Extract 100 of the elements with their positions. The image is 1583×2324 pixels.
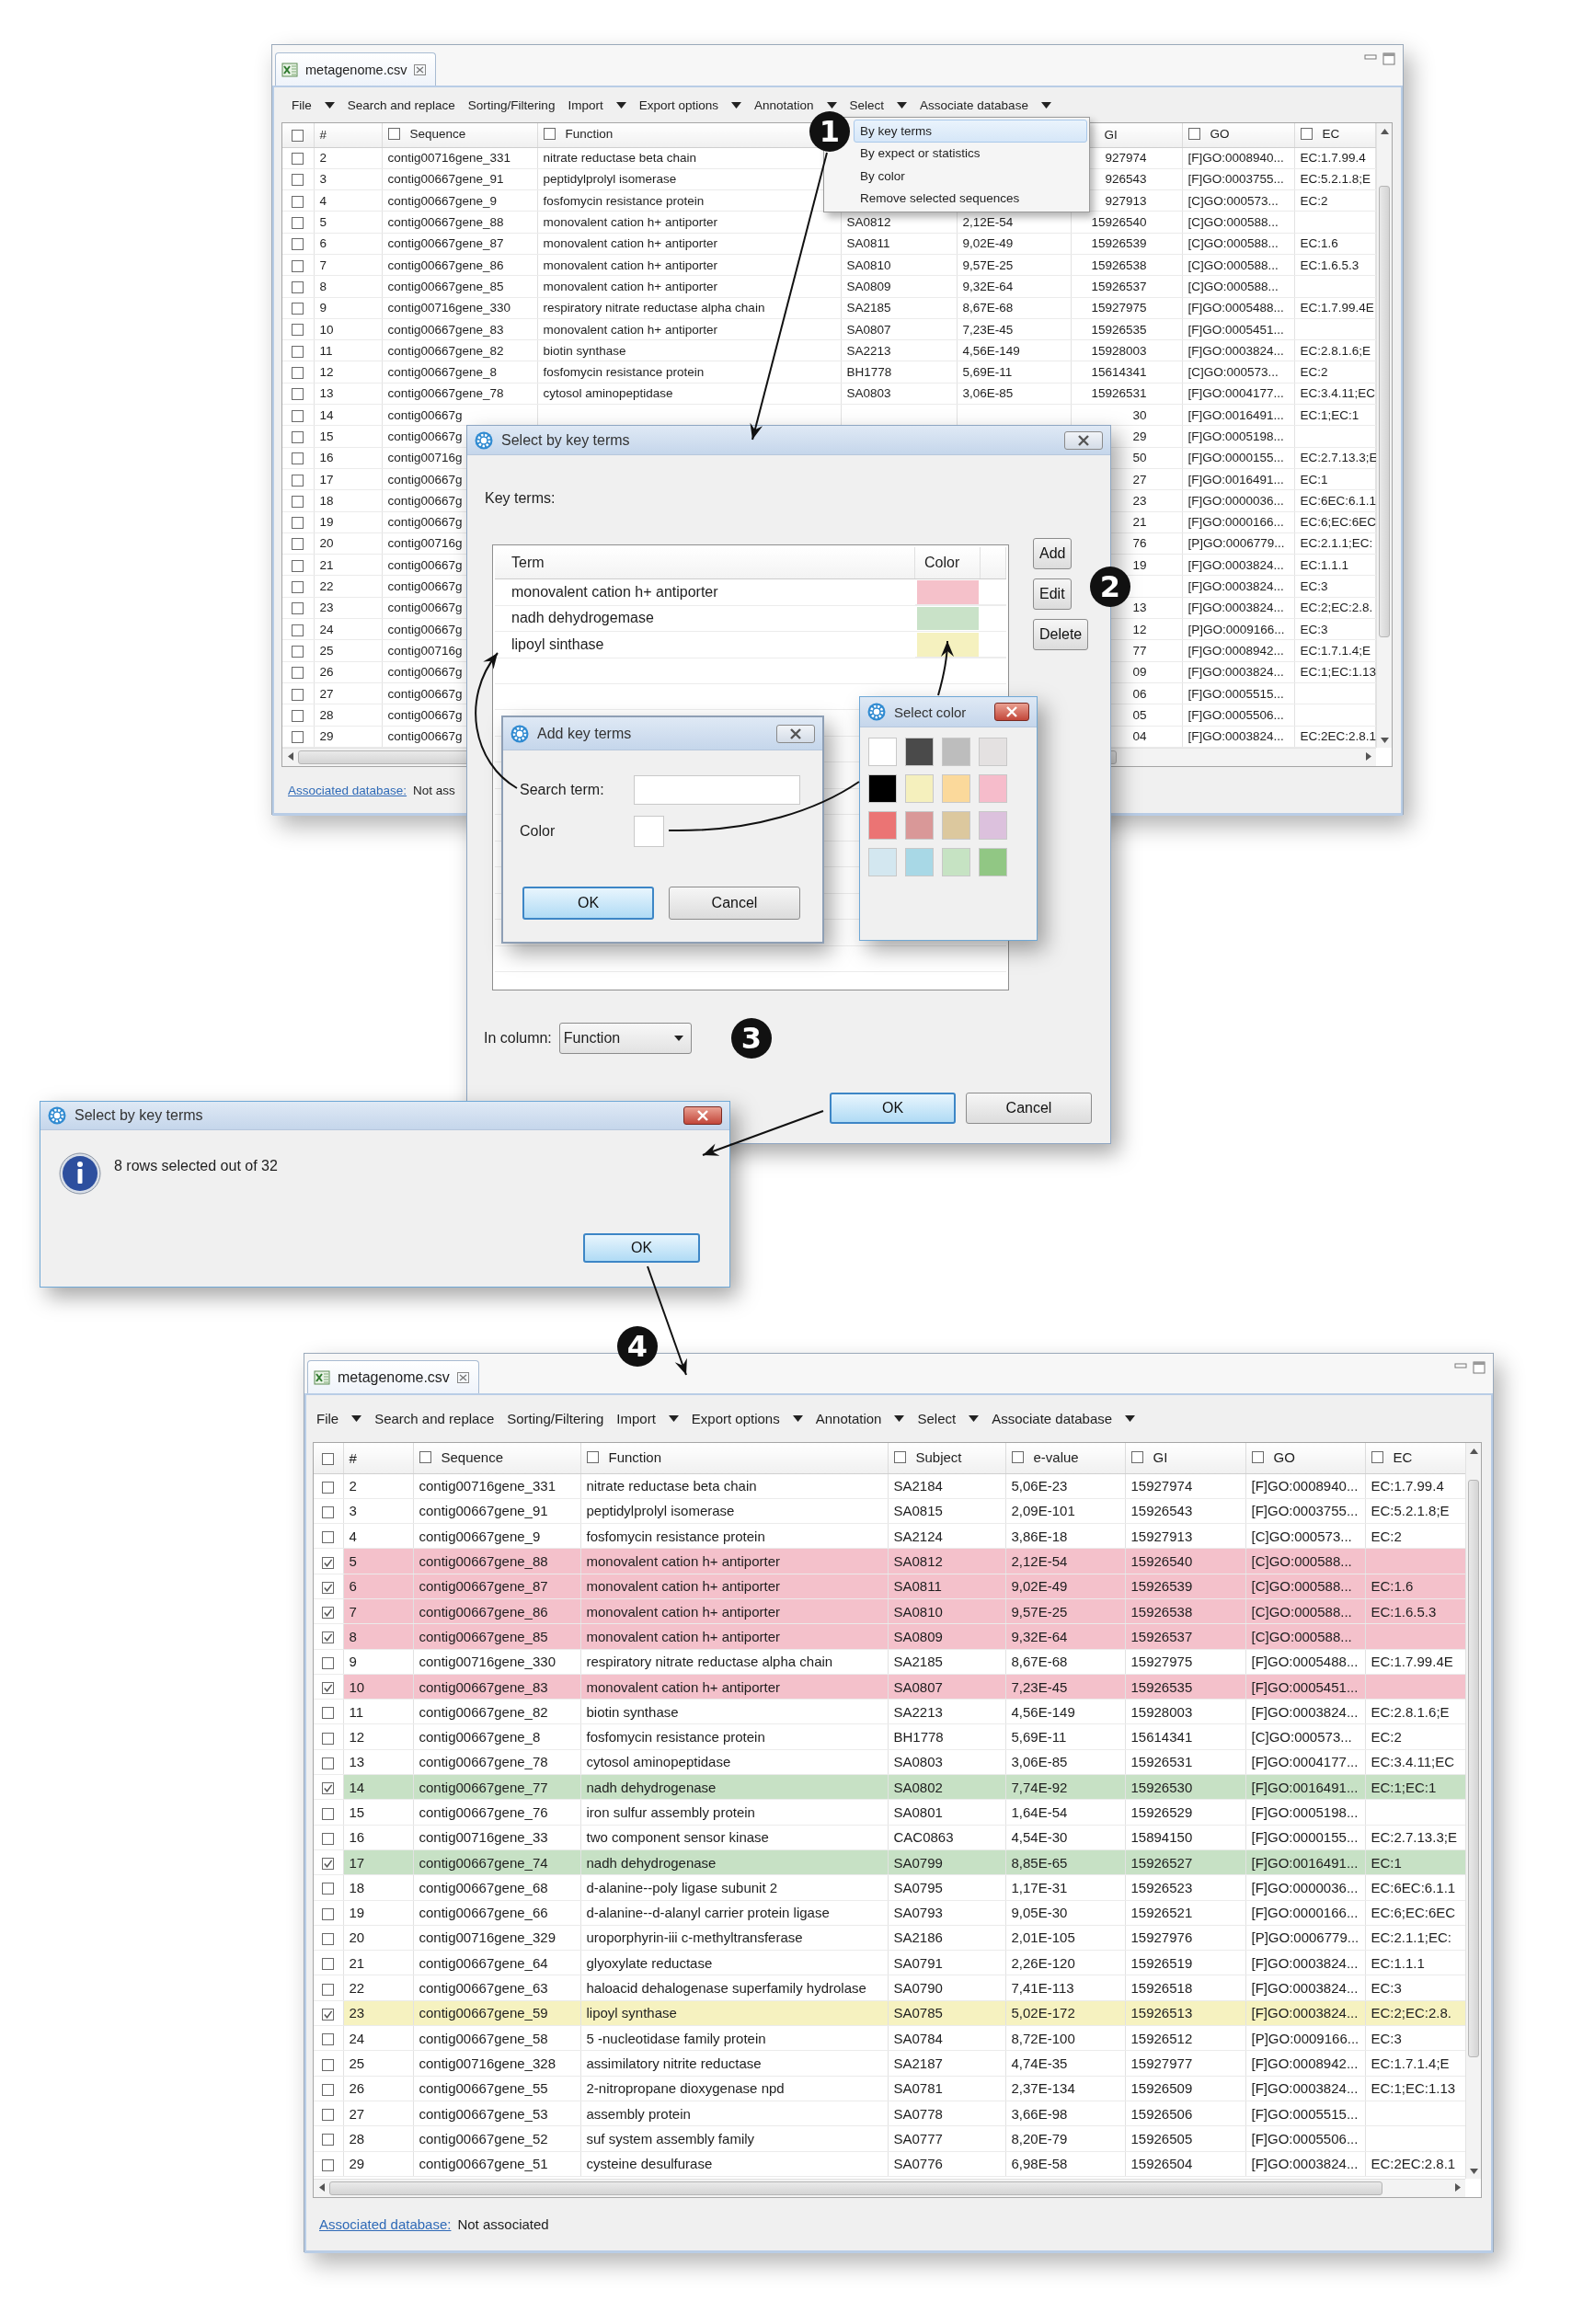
color-swatch[interactable]	[868, 848, 897, 876]
checkbox[interactable]	[292, 259, 304, 272]
checkbox[interactable]	[893, 1451, 906, 1464]
vertical-scrollbar[interactable]	[1465, 1443, 1481, 2179]
checkbox[interactable]	[292, 538, 304, 551]
checkbox[interactable]	[322, 1656, 335, 1669]
color-swatch[interactable]	[905, 774, 934, 803]
color-field[interactable]	[634, 816, 664, 847]
checkbox[interactable]	[292, 602, 304, 615]
checkbox[interactable]	[292, 324, 304, 337]
dialog-button[interactable]: OK	[583, 1233, 700, 1263]
color-swatch[interactable]	[868, 738, 897, 766]
checkbox[interactable]	[387, 128, 400, 141]
checkbox[interactable]	[292, 216, 304, 229]
highlighted-row[interactable]: 6 contig00667gene_87 monovalent cation h+ antiporter SA0811 9,02E-49 15926539 [C]GO:000588... EC:1.6	[314, 1574, 1465, 1599]
checkbox[interactable]	[292, 153, 304, 166]
toolbar-menu[interactable]: Sorting/Filtering	[467, 97, 556, 112]
caret-icon[interactable]	[668, 1415, 679, 1422]
color-swatch[interactable]	[942, 738, 970, 766]
checkbox[interactable]	[322, 1782, 335, 1795]
maximize-icon[interactable]	[1473, 1361, 1485, 1374]
column-header[interactable]: EC	[1393, 1449, 1413, 1466]
checkbox[interactable]	[322, 2134, 335, 2147]
close-icon[interactable]	[789, 727, 802, 739]
close-icon[interactable]	[456, 1371, 469, 1383]
toolbar-menu[interactable]: File	[316, 1411, 362, 1426]
color-swatch[interactable]	[942, 774, 970, 803]
checkbox[interactable]	[292, 474, 304, 487]
checkbox[interactable]	[322, 2033, 335, 2046]
column-header[interactable]: #	[319, 128, 327, 143]
color-swatch[interactable]	[868, 811, 897, 840]
close-button[interactable]	[1064, 430, 1103, 450]
caret-icon[interactable]	[615, 101, 626, 109]
dialog-button[interactable]: Cancel	[966, 1093, 1092, 1124]
column-header[interactable]: Term	[495, 547, 915, 578]
checkbox[interactable]	[292, 709, 304, 722]
up-arrow-icon[interactable]	[1470, 1448, 1478, 1454]
checkbox[interactable]	[322, 1556, 335, 1569]
file-tab[interactable]: metagenome.csv	[275, 52, 437, 86]
caret-icon[interactable]	[730, 101, 741, 109]
dialog-button[interactable]: OK	[830, 1093, 956, 1124]
list-button[interactable]: Edit	[1033, 578, 1072, 610]
checkbox[interactable]	[292, 238, 304, 251]
checkbox[interactable]	[1371, 1451, 1383, 1464]
toolbar-menu[interactable]: Search and replace	[347, 97, 455, 112]
column-header[interactable]: Function	[608, 1449, 662, 1466]
checkbox[interactable]	[322, 1983, 335, 1996]
checkbox[interactable]	[292, 280, 304, 293]
column-dropdown[interactable]: Function	[558, 1023, 692, 1054]
dialog-button[interactable]: OK	[522, 887, 654, 920]
caret-icon[interactable]	[1040, 101, 1051, 109]
toolbar-menu[interactable]: File	[292, 97, 335, 112]
caret-icon[interactable]	[897, 101, 908, 109]
menu-item[interactable]: By key terms	[854, 120, 1087, 143]
column-header[interactable]: Function	[565, 127, 614, 142]
close-button[interactable]	[776, 724, 815, 743]
checkbox[interactable]	[292, 581, 304, 593]
checkbox[interactable]	[292, 345, 304, 358]
color-swatch[interactable]	[942, 848, 970, 876]
vertical-scrollbar[interactable]	[1376, 123, 1392, 748]
column-header[interactable]: GO	[1273, 1449, 1295, 1466]
checkbox[interactable]	[322, 1858, 335, 1871]
caret-icon[interactable]	[324, 101, 335, 109]
highlighted-row[interactable]: 7 contig00667gene_86 monovalent cation h+ antiporter SA0810 9,57E-25 15926538 [C]GO:000588... EC:1.6.5.3	[314, 1598, 1465, 1624]
checkbox[interactable]	[322, 1453, 335, 1466]
checkbox[interactable]	[322, 2058, 335, 2071]
toolbar-menu[interactable]: Associate database	[920, 97, 1051, 112]
caret-icon[interactable]	[1125, 1415, 1136, 1422]
database-link[interactable]: Associated database:	[319, 2216, 452, 2232]
checkbox[interactable]	[292, 430, 304, 443]
file-tab[interactable]: metagenome.csv	[307, 1360, 479, 1393]
checkbox[interactable]	[292, 731, 304, 744]
checkbox[interactable]	[292, 667, 304, 680]
left-arrow-icon[interactable]	[287, 752, 293, 761]
maximize-icon[interactable]	[1382, 52, 1395, 65]
checkbox[interactable]	[292, 517, 304, 530]
close-button[interactable]	[683, 1106, 722, 1125]
toolbar-menu[interactable]: Associate database	[992, 1411, 1136, 1426]
highlighted-row[interactable]: 14 contig00667gene_77 nadh dehydrogenase SA0802 7,74E-92 15926530 [F]GO:0016491... EC:1;EC:1	[314, 1774, 1465, 1800]
color-swatch[interactable]	[942, 811, 970, 840]
checkbox[interactable]	[586, 1451, 599, 1464]
checkbox[interactable]	[292, 388, 304, 401]
toolbar-menu[interactable]: Search and replace	[374, 1411, 495, 1426]
color-swatch[interactable]	[905, 848, 934, 876]
checkbox[interactable]	[322, 2109, 335, 2122]
color-swatch[interactable]	[979, 811, 1007, 840]
dialog-button[interactable]: Cancel	[669, 887, 800, 920]
caret-icon[interactable]	[969, 1415, 980, 1422]
caret-icon[interactable]	[894, 1415, 905, 1422]
highlighted-row[interactable]: 23 contig00667gene_59 lipoyl synthase SA0785 5,02E-172 15926513 [F]GO:0003824... EC:2;EC:2.8.	[314, 2000, 1465, 2026]
toolbar-menu[interactable]: Annotation	[753, 97, 837, 112]
checkbox[interactable]	[292, 303, 304, 315]
down-arrow-icon[interactable]	[1470, 2168, 1478, 2174]
toolbar-menu[interactable]: Import	[568, 97, 626, 112]
left-arrow-icon[interactable]	[318, 2183, 325, 2192]
search-term-field[interactable]	[634, 775, 800, 805]
column-header[interactable]: #	[349, 1449, 357, 1466]
checkbox[interactable]	[292, 624, 304, 636]
close-button[interactable]	[994, 703, 1029, 721]
menu-item[interactable]: By expect or statistics	[854, 142, 1087, 165]
